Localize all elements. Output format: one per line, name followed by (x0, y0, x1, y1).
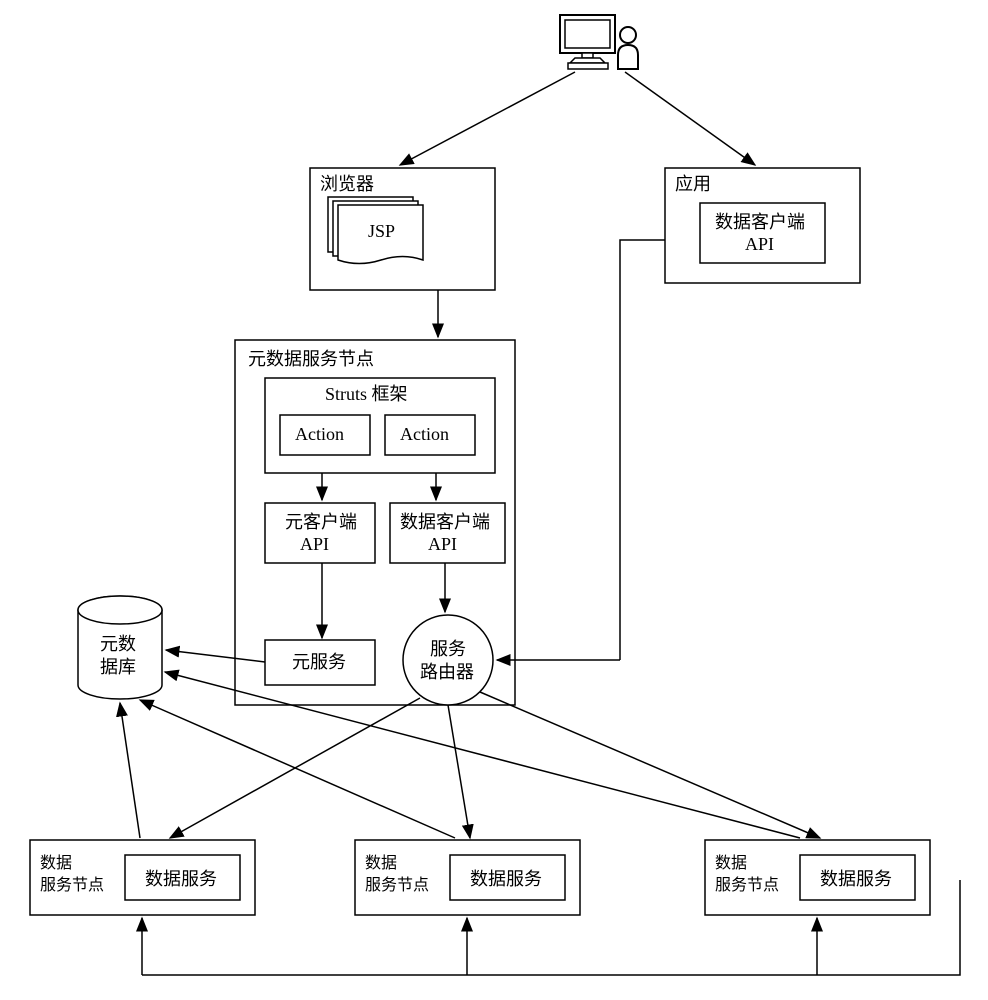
dn2-t2: 服务节点 (365, 876, 429, 894)
dn2-svc: 数据服务 (470, 869, 542, 889)
dn3-svc: 数据服务 (820, 869, 892, 889)
browser-box: 浏览器 JSP (310, 168, 495, 290)
struts-label: Struts 框架 (325, 384, 408, 404)
app-box: 应用 数据客户端 API (665, 168, 860, 283)
app-title: 应用 (675, 174, 711, 194)
app-client-api-2: API (745, 234, 774, 254)
action2-label: Action (400, 424, 449, 444)
computer-user-icon (560, 15, 638, 69)
meta-service-label: 元服务 (292, 652, 346, 672)
db-line1: 元数 (100, 634, 136, 654)
data-client-2: API (428, 534, 457, 554)
architecture-diagram: 浏览器 JSP 应用 数据客户端 API 元数据服务节点 Struts 框架 A… (0, 0, 988, 1000)
meta-client-1: 元客户端 (285, 512, 357, 532)
meta-client-2: API (300, 534, 329, 554)
app-client-api-1: 数据客户端 (715, 212, 805, 232)
metadata-service-node: 元数据服务节点 Struts 框架 Action Action 元客户端 API… (235, 340, 515, 705)
dn1-svc: 数据服务 (145, 869, 217, 889)
data-client-1: 数据客户端 (400, 512, 490, 532)
dn2-t1: 数据 (365, 854, 397, 872)
action1-label: Action (295, 424, 344, 444)
router-1: 服务 (430, 639, 466, 659)
dn1-t1: 数据 (40, 854, 72, 872)
data-service-node-3: 数据 服务节点 数据服务 (705, 840, 930, 915)
metadata-title: 元数据服务节点 (248, 349, 374, 369)
dn3-t2: 服务节点 (715, 876, 779, 894)
router-2: 路由器 (420, 662, 474, 682)
db-line2: 据库 (100, 657, 136, 677)
jsp-label: JSP (368, 221, 395, 241)
dn1-t2: 服务节点 (40, 876, 104, 894)
service-router-circle (403, 615, 493, 705)
data-service-node-1: 数据 服务节点 数据服务 (30, 840, 255, 915)
data-service-node-2: 数据 服务节点 数据服务 (355, 840, 580, 915)
dn3-t1: 数据 (715, 854, 747, 872)
browser-title: 浏览器 (320, 174, 374, 194)
metadata-db: 元数 据库 (78, 596, 162, 699)
